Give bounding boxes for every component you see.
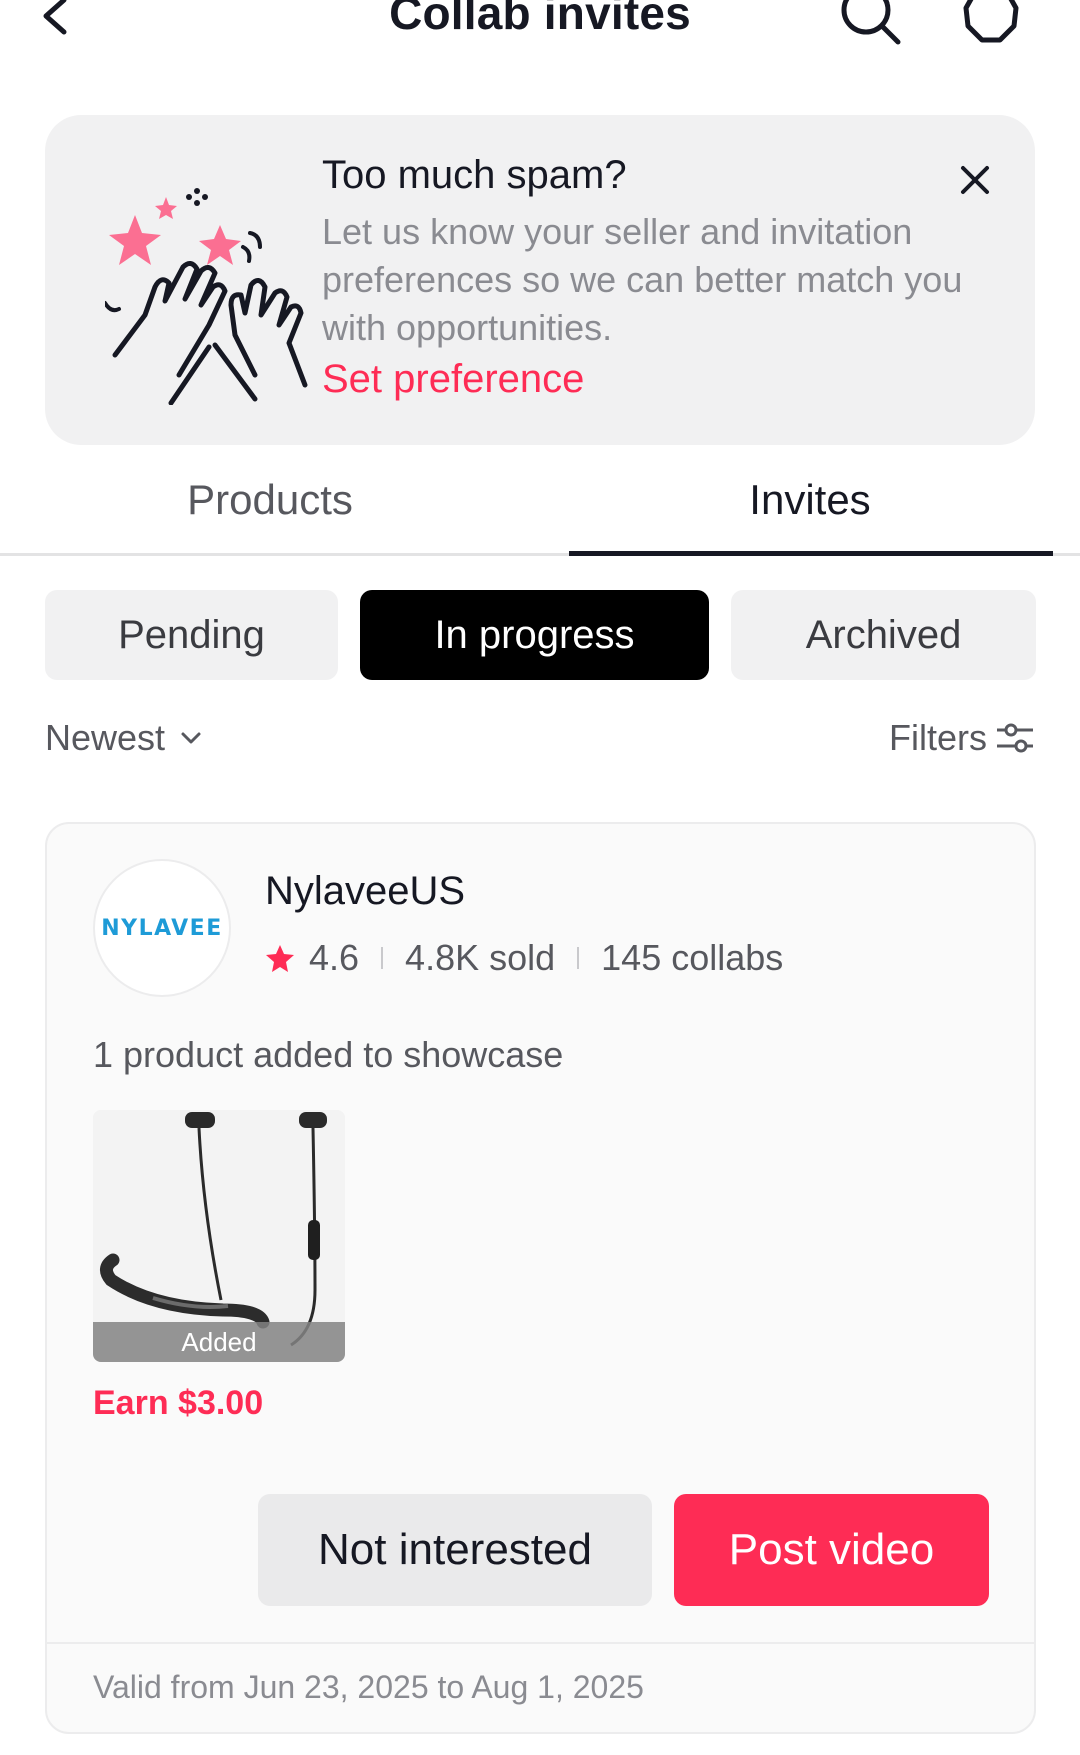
stat-separator [577,947,580,969]
page-title: Collab invites [389,0,691,39]
sliders-icon [995,718,1035,758]
active-tab-indicator [569,551,1053,556]
seller-name[interactable]: NylaveeUS [265,869,465,914]
seller-sold: 4.8K sold [405,937,556,978]
close-icon [961,166,989,194]
gear-icon [963,0,1019,43]
chevron-down-icon [179,726,203,750]
added-badge: Added [93,1322,345,1362]
showcase-status: 1 product added to showcase [93,1034,564,1075]
seller-rating: 4.6 [309,937,360,978]
seller-avatar[interactable]: NYLAVEE [93,859,231,997]
search-button[interactable] [836,0,906,50]
tab-invites[interactable]: Invites [540,476,1080,524]
banner-description: Let us know your seller and invitation p… [322,211,963,348]
high-five-sparkles-illustration [103,175,335,406]
filters-button[interactable]: Filters [889,717,1035,759]
banner-title: Too much spam? [322,153,627,197]
segment-archived[interactable]: Archived [731,590,1036,680]
card-divider [47,1642,1034,1644]
product-thumbnail[interactable]: Added [93,1110,345,1362]
sort-dropdown[interactable]: Newest [45,717,203,759]
segment-pending[interactable]: Pending [45,590,338,680]
filters-label: Filters [889,717,987,758]
search-icon [841,0,901,45]
earn-amount: Earn $3.00 [93,1384,264,1422]
invite-card[interactable]: NYLAVEE NylaveeUS 4.6 4.8K sold 145 coll… [45,822,1036,1734]
not-interested-button[interactable]: Not interested [258,1494,652,1606]
star-icon [265,943,295,973]
seller-collabs: 145 collabs [601,937,784,978]
main-tabs: Products Invites [0,460,1080,556]
set-preference-link[interactable]: Set preference [322,357,584,402]
seller-stats: 4.6 4.8K sold 145 collabs [265,937,783,979]
banner-close-button[interactable] [945,150,1005,210]
segment-in-progress[interactable]: In progress [360,590,709,680]
top-app-bar: Collab invites [0,0,1080,60]
validity-period: Valid from Jun 23, 2025 to Aug 1, 2025 [93,1669,644,1705]
settings-button[interactable] [956,0,1026,50]
seller-logo: NYLAVEE [101,915,223,941]
sort-label: Newest [45,717,166,758]
spam-preference-banner: Too much spam? Let us know your seller a… [45,115,1035,445]
stat-separator [381,947,384,969]
tab-products[interactable]: Products [0,476,540,524]
post-video-button[interactable]: Post video [674,1494,989,1606]
